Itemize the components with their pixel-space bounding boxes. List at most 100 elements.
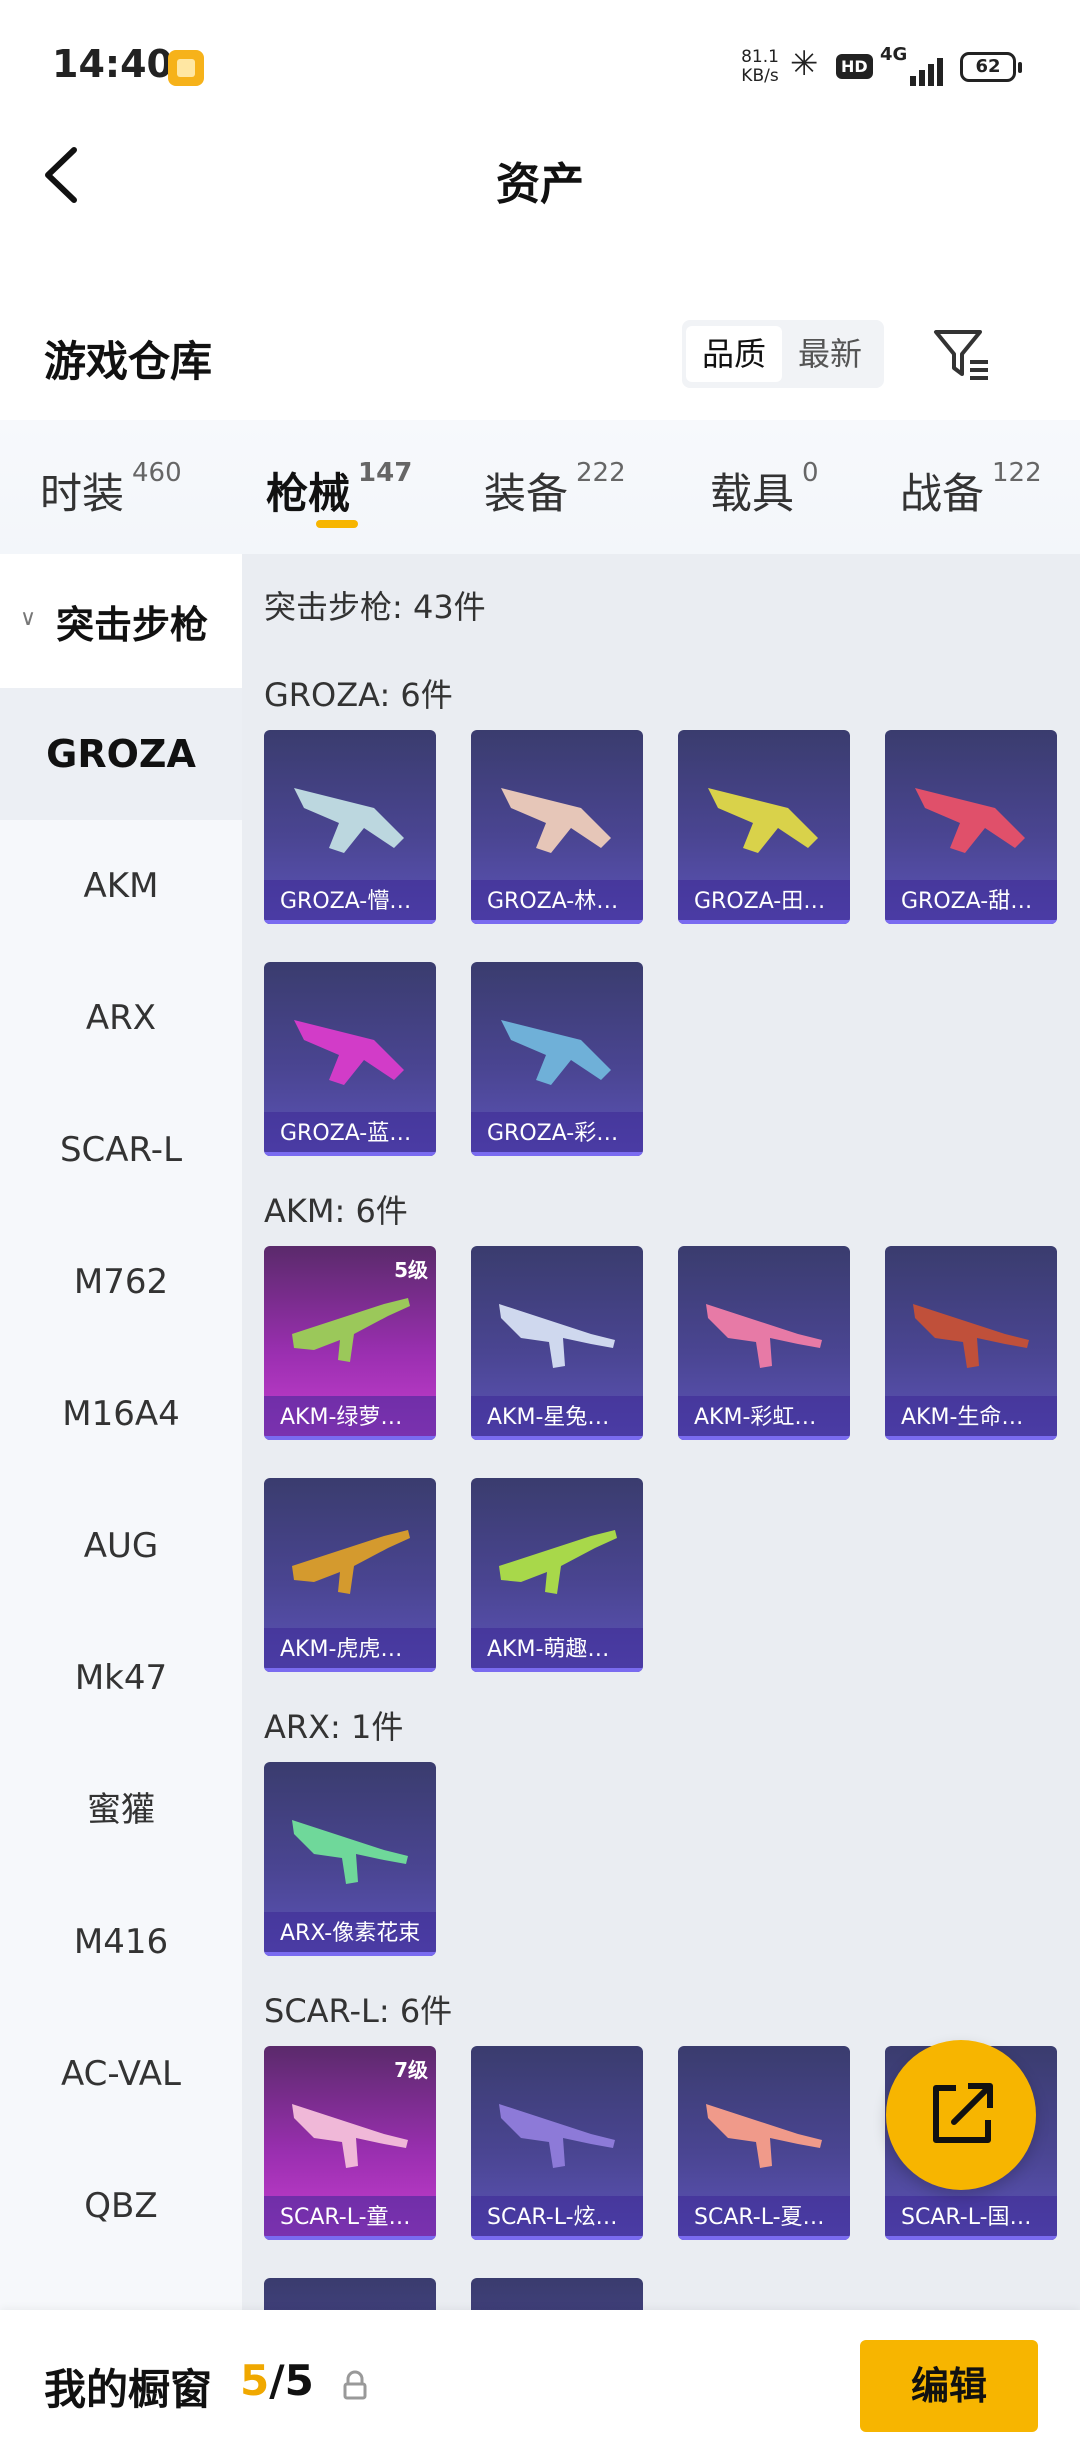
showcase-count-total: /5 [269, 2356, 314, 2405]
tab-vehicles[interactable]: 载具 0 [710, 458, 819, 521]
filter-icon[interactable] [930, 322, 994, 386]
skin-card[interactable]: SCAR-L-炫… [471, 2046, 643, 2240]
sort-by-quality-button[interactable]: 品质 [686, 326, 782, 382]
section-title-groza: GROZA: 6件 [264, 676, 453, 714]
skin-name: GROZA-彩… [471, 1112, 643, 1156]
network-speed-value: 81.1 [741, 47, 779, 67]
skin-name: AKM-彩虹… [678, 1396, 850, 1440]
skin-name: SCAR-L-炫… [471, 2196, 643, 2240]
network-speed-unit: KB/s [741, 66, 779, 86]
rifle-icon [706, 1304, 822, 1368]
skin-card[interactable] [264, 2278, 436, 2310]
sidebar-item-honey-badger[interactable]: 蜜獾 [0, 1744, 242, 1876]
sidebar-group-label: 突击步枪 [56, 603, 209, 647]
sidebar-item-groza[interactable]: GROZA [0, 688, 242, 820]
skin-name: SCAR-L-国… [885, 2196, 1057, 2240]
tab-supplies[interactable]: 战备 122 [900, 458, 1042, 521]
sidebar-item-m416[interactable]: M416 [0, 1876, 242, 2008]
tab-count: 460 [132, 458, 182, 488]
rifle-icon [499, 1530, 617, 1594]
skin-name: GROZA-田… [678, 880, 850, 924]
section-title-scar-l: SCAR-L: 6件 [264, 1992, 453, 2030]
tab-label: 装备 [484, 469, 569, 518]
tab-count: 147 [358, 458, 413, 488]
tab-count: 222 [576, 458, 626, 488]
sidebar-item-m16a4[interactable]: M16A4 [0, 1348, 242, 1480]
rifle-icon [292, 1820, 408, 1884]
active-tab-indicator [316, 520, 358, 528]
skin-name: AKM-绿萝… [264, 1396, 436, 1440]
rifle-icon [292, 1298, 410, 1362]
tab-guns[interactable]: 枪械 147 [266, 458, 413, 521]
skin-name: SCAR-L-夏… [678, 2196, 850, 2240]
category-tabs: 时装 460 枪械 147 装备 222 载具 0 战备 122 [0, 420, 1080, 554]
status-bar: 14:40 81.1 KB/s ✳ HD 4G 62 [0, 0, 1080, 130]
sort-by-latest-button[interactable]: 最新 [782, 326, 878, 382]
skin-name: GROZA-林… [471, 880, 643, 924]
rifle-icon [294, 788, 404, 853]
showcase-count-current: 5 [240, 2356, 270, 2405]
sidebar-item-ac-val[interactable]: AC-VAL [0, 2008, 242, 2140]
rifle-icon [292, 1530, 410, 1594]
skin-card[interactable]: GROZA-蓝… [264, 962, 436, 1156]
hd-badge: HD [836, 54, 873, 79]
skin-card[interactable]: AKM-虎虎… [264, 1478, 436, 1672]
tab-label: 枪械 [266, 469, 351, 518]
edit-button[interactable]: 编辑 [860, 2340, 1038, 2432]
skin-card[interactable]: 5级 AKM-绿萝… [264, 1246, 436, 1440]
sidebar-group-header[interactable]: ∨ 突击步枪 [0, 554, 242, 688]
skin-card[interactable]: GROZA-田… [678, 730, 850, 924]
showcase-bar: 我的橱窗 5/5 编辑 [0, 2310, 1080, 2460]
skin-name: AKM-萌趣… [471, 1628, 643, 1672]
skin-card[interactable]: GROZA-林… [471, 730, 643, 924]
category-summary: 突击步枪: 43件 [264, 588, 486, 626]
sidebar-item-mk47[interactable]: Mk47 [0, 1612, 242, 1744]
skin-card[interactable]: 7级 SCAR-L-童… [264, 2046, 436, 2240]
rifle-icon [708, 788, 818, 853]
signal-icon: 4G [880, 44, 948, 86]
tab-count: 122 [992, 458, 1042, 488]
tab-label: 时装 [40, 469, 125, 518]
rifle-icon [499, 1304, 615, 1368]
page-title: 资产 [496, 159, 584, 210]
section-title-arx: ARX: 1件 [264, 1708, 404, 1746]
skin-card[interactable]: SCAR-L-夏… [678, 2046, 850, 2240]
sidebar-item-arx[interactable]: ARX [0, 952, 242, 1084]
skin-name: GROZA-甜… [885, 880, 1057, 924]
sidebar-item-qbz[interactable]: QBZ [0, 2140, 242, 2272]
tab-label: 载具 [710, 469, 795, 518]
rifle-icon [501, 1020, 611, 1085]
warehouse-title: 游戏仓库 [44, 337, 213, 386]
skin-card[interactable]: GROZA-甜… [885, 730, 1057, 924]
chevron-down-icon: ∨ [20, 606, 37, 631]
showcase-label: 我的橱窗 [44, 2365, 213, 2414]
tab-label: 战备 [900, 469, 985, 518]
share-button[interactable] [886, 2040, 1036, 2190]
skin-card[interactable] [471, 2278, 643, 2310]
skin-card[interactable]: GROZA-懵… [264, 730, 436, 924]
rifle-icon [294, 1020, 404, 1085]
battery-indicator: 62 [960, 52, 1022, 82]
skin-name: GROZA-懵… [264, 880, 436, 924]
skin-card[interactable]: AKM-萌趣… [471, 1478, 643, 1672]
network-speed: 81.1 KB/s [732, 48, 788, 86]
sidebar-item-akm[interactable]: AKM [0, 820, 242, 952]
gallery-notification-icon [168, 50, 204, 86]
sidebar-item-scar-l[interactable]: SCAR-L [0, 1084, 242, 1216]
skin-name: AKM-虎虎… [264, 1628, 436, 1672]
sort-toggle: 品质 最新 [682, 320, 884, 388]
skin-card[interactable]: GROZA-彩… [471, 962, 643, 1156]
skin-card[interactable]: ARX-像素花束 [264, 1762, 436, 1956]
tab-fashion[interactable]: 时装 460 [40, 458, 182, 521]
tab-equipment[interactable]: 装备 222 [484, 458, 626, 521]
skin-name: GROZA-蓝… [264, 1112, 436, 1156]
tab-count: 0 [802, 458, 819, 488]
skin-card[interactable]: AKM-生命… [885, 1246, 1057, 1440]
network-type: 4G [880, 44, 908, 65]
skin-name: SCAR-L-童… [264, 2196, 436, 2240]
rifle-icon [292, 2104, 408, 2168]
skin-card[interactable]: AKM-星兔… [471, 1246, 643, 1440]
skin-card[interactable]: AKM-彩虹… [678, 1246, 850, 1440]
sidebar-item-m762[interactable]: M762 [0, 1216, 242, 1348]
sidebar-item-aug[interactable]: AUG [0, 1480, 242, 1612]
